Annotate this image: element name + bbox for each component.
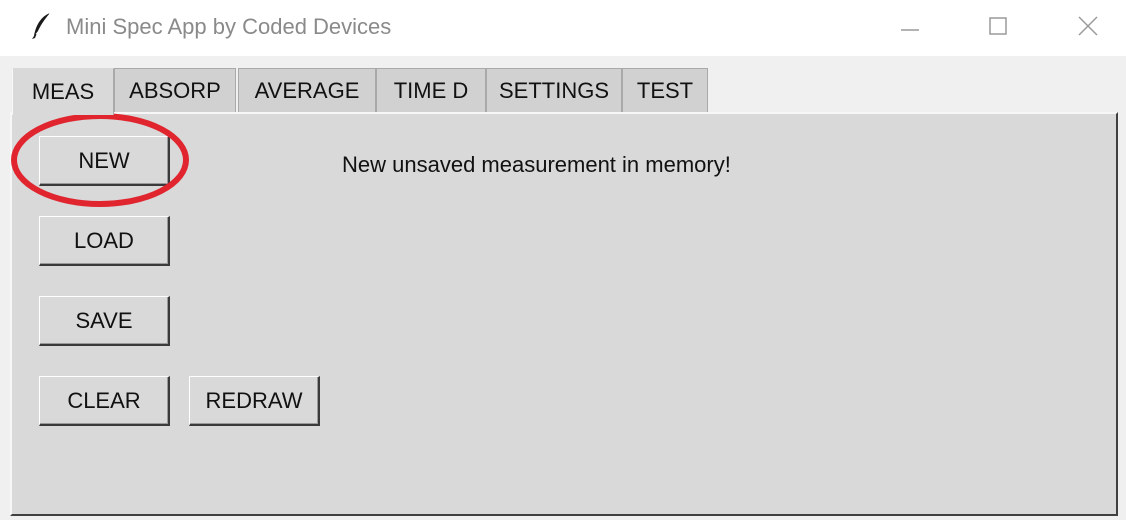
status-message: New unsaved measurement in memory! (342, 152, 731, 177)
minimize-icon (901, 29, 919, 31)
tab-average[interactable]: AVERAGE (238, 68, 376, 112)
load-button[interactable]: LOAD (39, 216, 170, 266)
close-icon (1078, 16, 1098, 36)
new-button[interactable]: NEW (39, 136, 170, 186)
tab-absorp[interactable]: ABSORP (114, 68, 236, 112)
title-bar: Mini Spec App by Coded Devices (0, 0, 1126, 56)
maximize-button[interactable] (970, 8, 1026, 44)
minimize-button[interactable] (882, 8, 938, 44)
save-button[interactable]: SAVE (39, 296, 170, 346)
tab-time-d[interactable]: TIME D (376, 68, 486, 112)
feather-icon (32, 12, 51, 39)
tab-meas[interactable]: MEAS (12, 68, 114, 115)
redraw-button[interactable]: REDRAW (189, 376, 320, 426)
tab-test[interactable]: TEST (622, 68, 708, 112)
clear-button[interactable]: CLEAR (39, 376, 170, 426)
tab-settings[interactable]: SETTINGS (486, 68, 622, 112)
close-button[interactable] (1060, 8, 1116, 44)
window-body: MEAS ABSORP AVERAGE TIME D SETTINGS TEST… (0, 56, 1126, 520)
window-title: Mini Spec App by Coded Devices (66, 14, 392, 39)
meas-panel: NEW LOAD SAVE CLEAR REDRAW New unsaved m… (10, 112, 1118, 516)
maximize-icon (989, 17, 1007, 35)
